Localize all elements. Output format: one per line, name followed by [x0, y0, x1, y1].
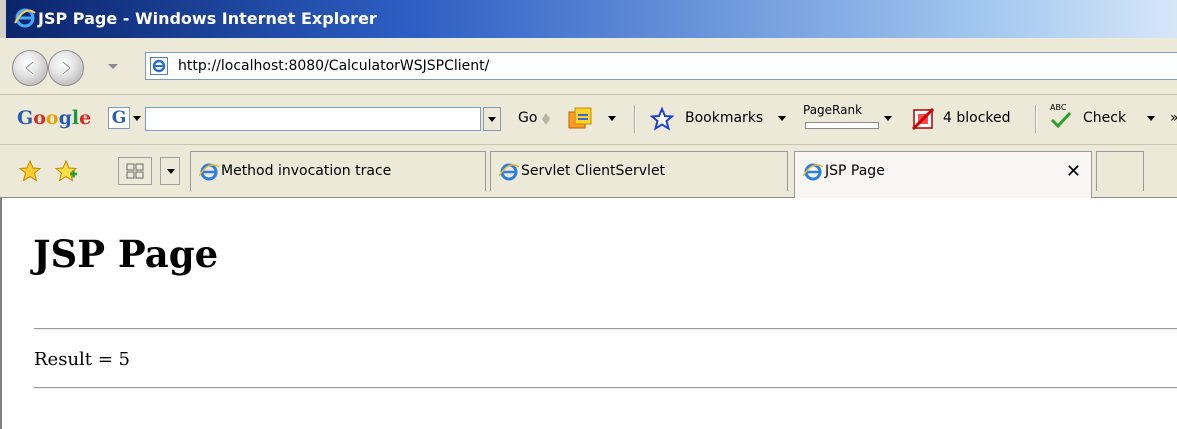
tab-label: JSP Page	[825, 163, 885, 179]
ie-logo-icon	[14, 8, 36, 28]
popups-blocked-count[interactable]: 4 blocked	[943, 110, 1011, 126]
forward-button[interactable]	[48, 50, 84, 86]
quick-tabs-button[interactable]	[118, 157, 152, 185]
back-arrow-icon	[23, 60, 34, 76]
pagerank-dropdown-icon[interactable]	[884, 116, 892, 121]
google-toolbar: Google G Go Bookmarks PageRank 4 blocked…	[0, 95, 1177, 145]
spellcheck-icon[interactable]	[1050, 111, 1072, 129]
bookmarks-button[interactable]: Bookmarks	[685, 110, 763, 126]
quick-tabs-grid-icon	[126, 163, 144, 179]
horizontal-rule	[34, 387, 1177, 389]
tab-label: Method invocation trace	[221, 163, 392, 179]
forward-arrow-icon	[62, 60, 73, 76]
grip-icon	[542, 113, 550, 125]
address-toolbar: http://localhost:8080/CalculatorWSJSPCli…	[0, 38, 1177, 95]
tab-bar: Method invocation trace Servlet ClientSe…	[0, 145, 1177, 198]
google-menu-caret-icon[interactable]	[133, 116, 141, 121]
spellcheck-button[interactable]: Check	[1083, 110, 1126, 126]
add-favorite-star-icon	[54, 159, 78, 182]
new-tab-button[interactable]	[1096, 151, 1144, 191]
ie-page-icon	[499, 163, 519, 181]
result-text: Result = 5	[34, 349, 131, 370]
pagerank-label[interactable]: PageRank	[803, 103, 862, 117]
title-bar-edge	[0, 0, 6, 38]
address-url[interactable]: http://localhost:8080/CalculatorWSJSPCli…	[178, 58, 489, 74]
toolbar-overflow-icon[interactable]: »	[1170, 110, 1177, 126]
favorites-star-icon	[18, 159, 42, 182]
tab-servlet-clientservlet[interactable]: Servlet ClientServlet	[490, 151, 788, 191]
bookmark-star-icon[interactable]	[650, 107, 674, 131]
popup-blocker-icon[interactable]	[911, 107, 937, 131]
google-menu-icon[interactable]: G	[108, 107, 130, 129]
tab-list-dropdown[interactable]	[160, 157, 180, 185]
news-dropdown-icon[interactable]	[608, 116, 616, 121]
tab-method-invocation-trace[interactable]: Method invocation trace	[190, 151, 486, 191]
window-title-bar[interactable]: JSP Page - Windows Internet Explorer	[0, 0, 1177, 38]
page-ie-icon	[150, 57, 168, 75]
ie-page-icon	[803, 163, 823, 181]
tab-label: Servlet ClientServlet	[521, 163, 666, 179]
spellcheck-dropdown-icon[interactable]	[1147, 116, 1155, 121]
search-history-dropdown[interactable]	[483, 107, 501, 131]
google-logo[interactable]: Google	[17, 107, 91, 129]
window-title: JSP Page - Windows Internet Explorer	[38, 9, 377, 28]
horizontal-rule	[34, 328, 1177, 330]
address-bar[interactable]: http://localhost:8080/CalculatorWSJSPCli…	[145, 52, 1177, 80]
tab-list-caret-icon	[167, 169, 175, 174]
toolbar-separator	[634, 105, 636, 133]
close-tab-icon[interactable]: ✕	[1066, 161, 1081, 182]
toolbar-separator	[1035, 105, 1037, 133]
back-button[interactable]	[12, 50, 48, 86]
add-favorites-icon[interactable]	[54, 159, 78, 188]
tab-jsp-page[interactable]: JSP Page ✕	[794, 151, 1092, 198]
page-heading: JSP Page	[33, 232, 219, 276]
google-search-input[interactable]	[145, 107, 481, 131]
page-content: JSP Page Result = 5	[0, 198, 1177, 429]
history-dropdown-icon[interactable]	[108, 64, 118, 69]
news-icon[interactable]	[567, 106, 593, 132]
pagerank-bar	[805, 122, 879, 129]
ie-page-icon	[199, 163, 219, 181]
favorites-center-icon[interactable]	[18, 159, 42, 188]
go-button[interactable]: Go	[518, 110, 537, 126]
bookmarks-dropdown-icon[interactable]	[778, 116, 786, 121]
